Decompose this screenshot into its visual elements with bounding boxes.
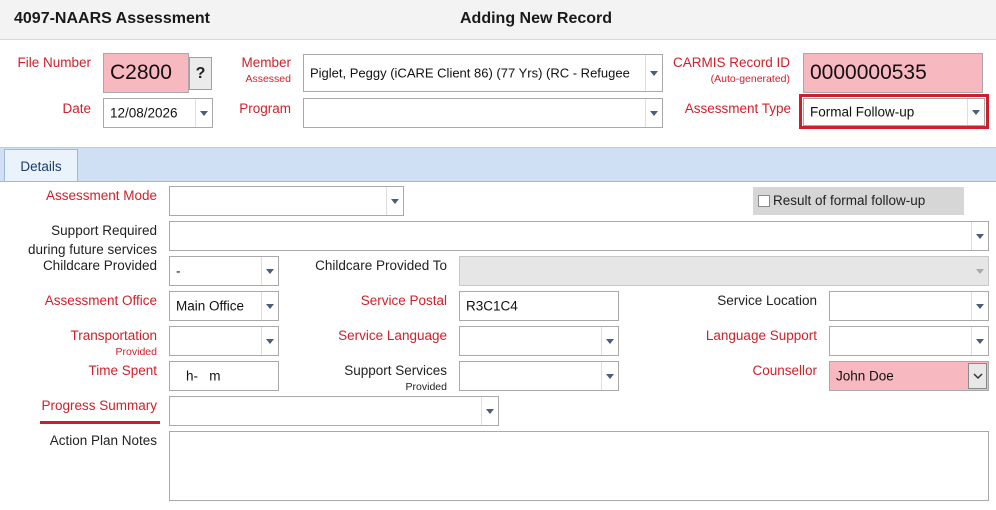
- support-services-chevron-down-icon[interactable]: [601, 362, 618, 390]
- language-support-dropdown[interactable]: [829, 326, 989, 356]
- result-followup-checkbox[interactable]: [758, 195, 770, 207]
- assessment-type-value: Formal Follow-up: [810, 104, 915, 120]
- member-sublabel: Assessed: [245, 73, 291, 85]
- language-support-chevron-down-icon[interactable]: [971, 327, 988, 355]
- support-services-dropdown[interactable]: [459, 361, 619, 391]
- program-dropdown[interactable]: [303, 98, 663, 128]
- support-services-label: Support Services: [344, 363, 447, 378]
- progress-summary-chevron-down-icon[interactable]: [481, 397, 498, 425]
- time-spent-value: h- m: [186, 368, 221, 384]
- service-location-dropdown[interactable]: [829, 291, 989, 321]
- counsellor-label: Counsellor: [752, 363, 817, 378]
- tab-details[interactable]: Details: [4, 149, 78, 182]
- file-number-field[interactable]: C2800: [103, 53, 189, 93]
- counsellor-value: John Doe: [836, 368, 894, 384]
- service-language-label: Service Language: [338, 328, 447, 343]
- support-required-dropdown[interactable]: [169, 221, 989, 251]
- childcare-provided-value: -: [176, 263, 181, 279]
- assessment-office-chevron-down-icon[interactable]: [261, 292, 278, 320]
- childcare-provided-dropdown[interactable]: -: [169, 256, 279, 286]
- member-value: Piglet, Peggy (iCARE Client 86) (77 Yrs)…: [310, 65, 630, 81]
- childcare-to-chevron-down-icon: [971, 257, 988, 285]
- assessment-type-label: Assessment Type: [684, 101, 791, 116]
- counsellor-dropdown[interactable]: John Doe: [829, 361, 989, 391]
- transportation-chevron-down-icon[interactable]: [261, 327, 278, 355]
- file-number-value: C2800: [110, 61, 172, 84]
- assessment-type-chevron-down-icon[interactable]: [967, 99, 984, 125]
- assessment-office-dropdown[interactable]: Main Office: [169, 291, 279, 321]
- result-followup-row: Result of formal follow-up: [753, 187, 964, 215]
- app-title: 4097-NAARS Assessment: [14, 10, 210, 27]
- time-spent-input[interactable]: h- m: [169, 361, 279, 391]
- assessment-mode-dropdown[interactable]: [169, 186, 404, 216]
- progress-summary-label: Progress Summary: [41, 398, 157, 413]
- service-postal-input[interactable]: R3C1C4: [459, 291, 619, 321]
- transportation-label: Transportation: [70, 328, 157, 343]
- time-spent-label: Time Spent: [88, 363, 157, 378]
- counsellor-chevron-down-icon[interactable]: [968, 363, 987, 389]
- service-language-chevron-down-icon[interactable]: [601, 327, 618, 355]
- file-lookup-button[interactable]: ?: [189, 57, 212, 90]
- record-status-title: Adding New Record: [460, 10, 613, 27]
- assessment-office-value: Main Office: [176, 298, 245, 314]
- service-language-dropdown[interactable]: [459, 326, 619, 356]
- action-plan-textarea[interactable]: [169, 431, 989, 501]
- service-postal-label: Service Postal: [360, 293, 447, 308]
- date-picker[interactable]: 12/08/2026: [103, 98, 213, 128]
- member-dropdown[interactable]: Piglet, Peggy (iCARE Client 86) (77 Yrs)…: [303, 54, 663, 92]
- support-required-label: Support Required: [51, 223, 157, 238]
- progress-summary-underline: [40, 421, 160, 424]
- action-plan-label: Action Plan Notes: [49, 433, 157, 448]
- language-support-label: Language Support: [705, 328, 817, 343]
- carmis-id-field: 0000000535: [803, 53, 983, 93]
- transportation-sublabel: Provided: [115, 346, 157, 358]
- support-services-sublabel: Provided: [405, 381, 447, 393]
- transportation-dropdown[interactable]: [169, 326, 279, 356]
- service-postal-value: R3C1C4: [466, 298, 518, 314]
- date-chevron-down-icon[interactable]: [195, 99, 212, 127]
- assessment-type-dropdown[interactable]: Formal Follow-up: [803, 98, 985, 126]
- carmis-id-sublabel: (Auto-generated): [710, 73, 790, 85]
- file-number-label: File Number: [17, 55, 91, 70]
- carmis-id-label: CARMIS Record ID: [672, 55, 790, 70]
- service-location-label: Service Location: [717, 293, 817, 308]
- result-followup-label: Result of formal follow-up: [773, 193, 926, 208]
- tab-strip: [0, 147, 996, 181]
- childcare-to-label: Childcare Provided To: [315, 258, 447, 273]
- support-required-label-line-2: during future services: [27, 242, 157, 257]
- assessment-mode-chevron-down-icon[interactable]: [386, 187, 403, 215]
- assessment-office-label: Assessment Office: [44, 293, 157, 308]
- progress-summary-dropdown[interactable]: [169, 396, 499, 426]
- member-label: Member: [241, 55, 291, 70]
- program-label: Program: [239, 101, 291, 116]
- date-value: 12/08/2026: [110, 105, 178, 121]
- childcare-to-dropdown: [459, 256, 989, 286]
- childcare-provided-label: Childcare Provided: [42, 258, 157, 273]
- carmis-id-value: 0000000535: [810, 61, 927, 84]
- date-label: Date: [62, 101, 91, 116]
- childcare-provided-chevron-down-icon[interactable]: [261, 257, 278, 285]
- assessment-mode-label: Assessment Mode: [45, 188, 157, 203]
- support-required-chevron-down-icon[interactable]: [971, 222, 988, 250]
- service-location-chevron-down-icon[interactable]: [971, 292, 988, 320]
